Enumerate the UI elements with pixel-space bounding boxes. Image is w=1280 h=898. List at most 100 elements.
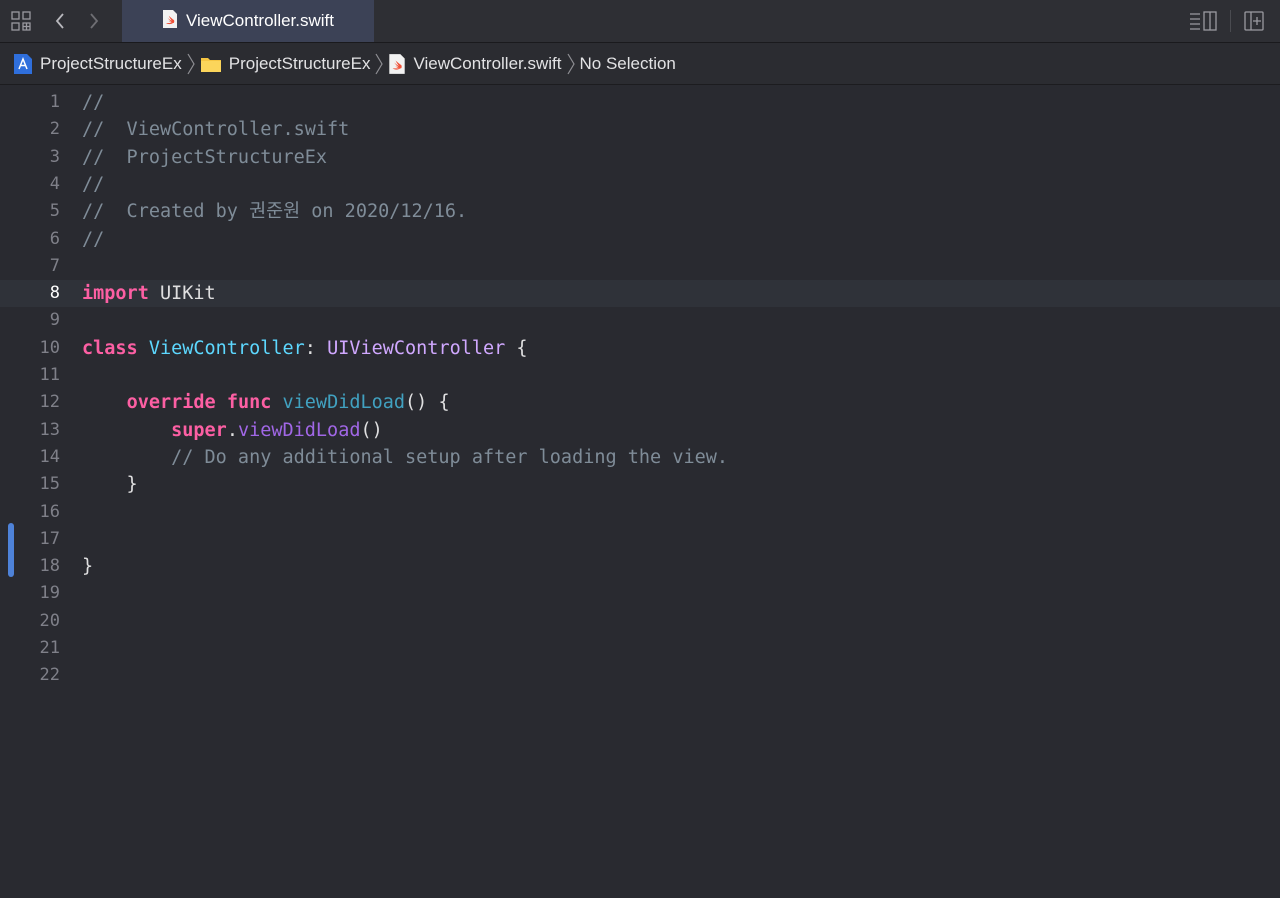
code-token: // <box>82 228 105 250</box>
code-line[interactable]: 19 <box>0 580 1280 607</box>
code-token: () { <box>405 392 450 414</box>
line-number: 12 <box>39 392 60 413</box>
code-token: override <box>126 392 216 414</box>
chevron-right-icon <box>566 53 575 75</box>
jump-bar: ProjectStructureEx ProjectStructureEx Vi… <box>0 43 1280 85</box>
code-token: class <box>82 337 138 359</box>
code-line[interactable]: 13 super.viewDidLoad() <box>0 417 1280 444</box>
line-number: 13 <box>39 419 60 440</box>
code-text: // <box>82 171 104 198</box>
crumb-label: ProjectStructureEx <box>40 53 182 73</box>
code-editor[interactable]: 1 // 2 // ViewController.swift 3 // ProjectSt… <box>0 86 1280 898</box>
toolbar-divider <box>1230 10 1231 32</box>
code-line[interactable]: 2 // ViewController.swift <box>0 116 1280 143</box>
code-token: import <box>82 283 149 305</box>
line-number: 2 <box>49 119 60 140</box>
code-line[interactable]: 20 <box>0 608 1280 635</box>
code-line[interactable]: 18} <box>0 553 1280 580</box>
code-text: } <box>82 471 138 498</box>
code-line[interactable]: 4 // <box>0 171 1280 198</box>
code-token: viewDidLoad <box>282 392 406 414</box>
code-token: viewDidLoad <box>237 419 361 441</box>
line-number: 14 <box>39 446 60 467</box>
code-line[interactable]: 1 // <box>0 89 1280 116</box>
code-line[interactable]: 21 <box>0 635 1280 662</box>
code-text: super.viewDidLoad() <box>82 417 383 444</box>
source-change-indicator[interactable] <box>8 523 14 577</box>
line-number: 6 <box>49 228 60 249</box>
add-editor-icon[interactable] <box>1242 9 1266 33</box>
code-text: // <box>82 89 104 116</box>
swift-file-icon <box>162 9 178 34</box>
code-token: super <box>171 419 227 441</box>
line-number: 4 <box>49 173 60 194</box>
code-line[interactable]: 12 override func viewDidLoad() { <box>0 389 1280 416</box>
code-line[interactable]: 5 // Created by 권준원 on 2020/12/16. <box>0 198 1280 225</box>
line-number: 21 <box>39 638 60 658</box>
forward-chevron-icon[interactable] <box>82 9 106 33</box>
code-line[interactable]: 16 <box>0 499 1280 526</box>
code-text: // ProjectStructureEx <box>82 144 327 171</box>
code-token: // ProjectStructureEx <box>82 146 328 168</box>
code-line[interactable]: 7 <box>0 253 1280 280</box>
line-number: 10 <box>39 337 60 358</box>
code-line[interactable]: 9 <box>0 307 1280 334</box>
code-text: override func viewDidLoad() { <box>82 389 450 416</box>
crumb-project[interactable]: ProjectStructureEx <box>13 43 182 85</box>
line-number: 19 <box>39 583 60 604</box>
line-number: 9 <box>49 310 60 331</box>
line-number: 8 <box>49 283 60 304</box>
crumb-file[interactable]: ViewController.swift <box>388 43 562 85</box>
tab-viewcontroller-swift[interactable]: ViewController.swift <box>122 0 374 42</box>
line-number: 1 <box>49 92 60 112</box>
code-text: class ViewController: UIViewController { <box>82 335 528 362</box>
code-line[interactable]: 14 // Do any additional setup after load… <box>0 444 1280 471</box>
code-text: // Created by 권준원 on 2020/12/16. <box>82 198 467 225</box>
code-line[interactable]: 8 import UIKit <box>0 280 1280 308</box>
code-line[interactable]: 11 <box>0 362 1280 389</box>
code-token: func <box>226 392 272 414</box>
code-token: UIKit <box>148 283 216 305</box>
code-text: } <box>82 553 93 580</box>
code-text: // Do any additional setup after loading… <box>82 444 728 471</box>
code-token: // Created by 권준원 on 2020/12/16. <box>82 201 468 223</box>
code-line[interactable]: 10 class ViewController: UIViewController… <box>0 335 1280 362</box>
code-line[interactable]: 15 } <box>0 471 1280 498</box>
swift-file-icon <box>388 53 406 75</box>
project-icon <box>13 53 33 75</box>
chevron-right-icon <box>187 53 195 75</box>
code-token: // <box>82 92 105 113</box>
line-number: 15 <box>39 474 60 495</box>
code-line[interactable]: 6 // <box>0 226 1280 253</box>
code-line[interactable]: 3 // ProjectStructureEx <box>0 144 1280 171</box>
line-number: 22 <box>39 665 60 686</box>
line-number: 5 <box>49 201 60 222</box>
code-token: } <box>82 474 138 496</box>
line-number: 3 <box>49 146 60 167</box>
code-token: // ViewController.swift <box>82 119 350 141</box>
code-line[interactable]: 22 <box>0 662 1280 689</box>
code-token: UIViewController <box>327 337 506 359</box>
crumb-symbol[interactable]: No Selection <box>580 43 676 85</box>
code-token: : <box>304 337 328 359</box>
code-text: // <box>82 226 104 253</box>
crumb-label: No Selection <box>579 53 676 73</box>
code-token: . <box>226 419 238 441</box>
back-chevron-icon[interactable] <box>48 9 72 33</box>
code-line[interactable]: 17 <box>0 526 1280 553</box>
tab-bar: ViewController.swift <box>0 0 1280 43</box>
code-token: } <box>82 556 94 578</box>
adjust-editor-options-icon[interactable] <box>1188 9 1218 33</box>
code-token: { <box>505 337 528 359</box>
crumb-label: ProjectStructureEx <box>228 53 371 73</box>
related-items-icon[interactable] <box>9 9 33 33</box>
crumb-folder[interactable]: ProjectStructureEx <box>200 43 371 85</box>
line-number: 7 <box>49 255 60 276</box>
line-number: 20 <box>39 610 60 631</box>
code-text: // ViewController.swift <box>82 116 349 143</box>
